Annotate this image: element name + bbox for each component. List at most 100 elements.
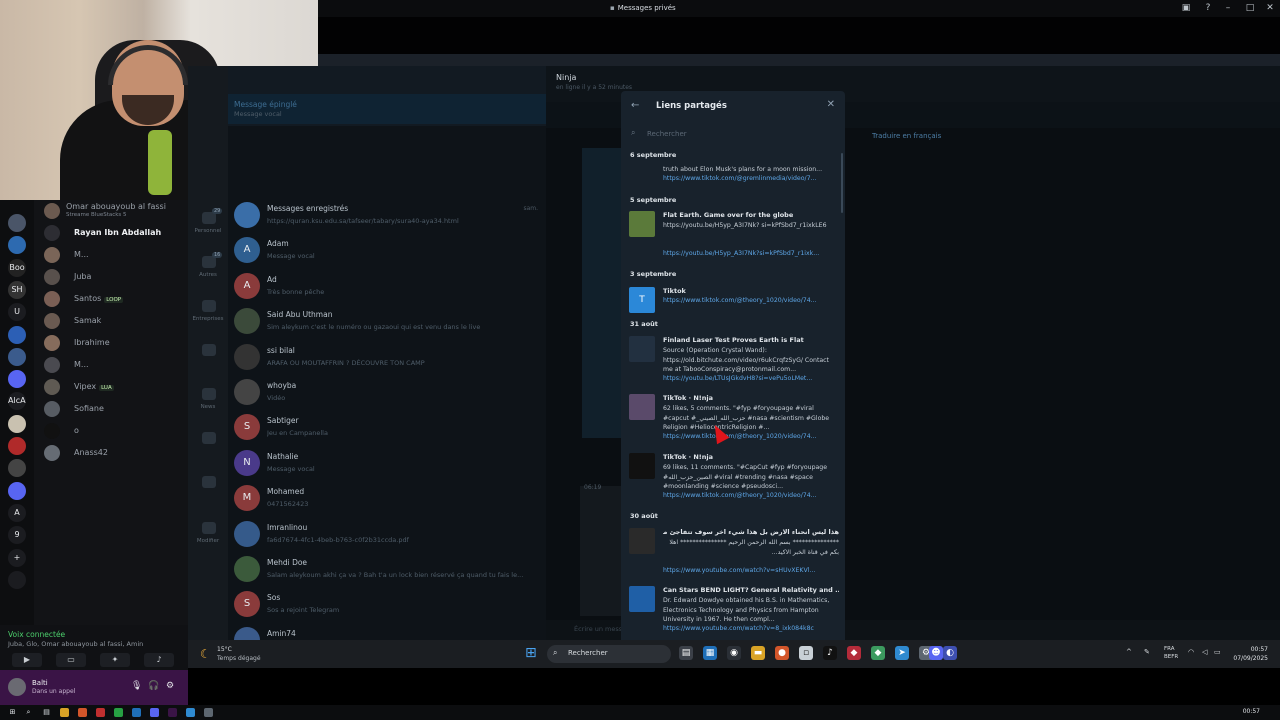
input-language[interactable]: FRA bbox=[1164, 646, 1175, 652]
link-url[interactable]: https://www.tiktok.com/@gremlinmedia/vid… bbox=[663, 175, 839, 182]
tray-chevron-up-icon[interactable]: ^ bbox=[1126, 648, 1132, 656]
gear-icon[interactable]: ⚙ bbox=[166, 681, 174, 691]
server-icon[interactable] bbox=[8, 459, 26, 478]
keyboard-layout[interactable]: BEFR bbox=[1164, 654, 1178, 660]
server-icon[interactable] bbox=[8, 437, 26, 455]
member-item[interactable]: Anass42 bbox=[42, 444, 188, 462]
server-icon[interactable]: A bbox=[8, 503, 26, 522]
copilot-icon[interactable]: ◉ bbox=[727, 646, 741, 660]
telegram-icon[interactable]: ➤ bbox=[895, 646, 909, 660]
chat-item[interactable]: A Adam Message vocal bbox=[228, 233, 546, 268]
help-icon[interactable]: ? bbox=[1202, 2, 1214, 14]
back-arrow-icon[interactable]: ← bbox=[631, 100, 639, 111]
chat-item[interactable]: Mehdi Doe Salam aleykoum akhi ça va ? Bah… bbox=[228, 552, 546, 587]
whatsapp-icon[interactable] bbox=[114, 708, 123, 717]
shared-link-item[interactable]: truth about Elon Musk's plans for a moon… bbox=[629, 165, 839, 199]
taskbar-date[interactable]: 07/09/2025 bbox=[1233, 655, 1268, 662]
translate-button[interactable]: Traduire en français bbox=[872, 132, 941, 140]
chat-item[interactable]: S Sabtiger Jeu en Campanella bbox=[228, 410, 546, 445]
discord-icon[interactable] bbox=[150, 708, 159, 717]
window-icon-button[interactable]: ▣ bbox=[1180, 2, 1192, 14]
search-input[interactable] bbox=[647, 127, 835, 141]
link-url[interactable]: https://www.tiktok.com/@theory_1020/vide… bbox=[663, 492, 839, 499]
microphone-icon[interactable]: 🎙 bbox=[131, 681, 142, 691]
firefox-icon[interactable]: ● bbox=[775, 646, 789, 660]
server-icon[interactable] bbox=[8, 414, 26, 433]
chat-item[interactable]: Imranlinou fa6d7674-4fc1-4beb-b763-c0f2b3… bbox=[228, 517, 546, 552]
server-icon[interactable] bbox=[8, 325, 26, 344]
activity-icon[interactable]: ✦ bbox=[100, 653, 130, 667]
server-icon[interactable]: U bbox=[8, 303, 26, 322]
windows-start-icon[interactable]: ⊞ bbox=[525, 646, 539, 660]
chat-item[interactable]: Messages enregistrés https://quran.ksu.ed… bbox=[228, 198, 546, 233]
chat-item[interactable]: S Sos Sos a rejoint Telegram bbox=[228, 587, 546, 622]
folder-item[interactable] bbox=[188, 470, 228, 510]
member-item[interactable]: Samak bbox=[42, 312, 188, 330]
member-item[interactable]: M... bbox=[42, 356, 188, 374]
server-icon[interactable]: SH bbox=[8, 280, 26, 299]
chat-item[interactable]: N Nathalie Message vocal bbox=[228, 446, 546, 481]
server-icon[interactable]: + bbox=[8, 548, 26, 567]
member-item[interactable]: o bbox=[42, 422, 188, 440]
file-explorer-icon[interactable]: ▬ bbox=[751, 646, 765, 660]
pinned-banner[interactable]: Message épinglé Message vocal bbox=[228, 94, 546, 124]
notepad-icon[interactable]: ▫ bbox=[799, 646, 813, 660]
discord-icon[interactable]: ☻ bbox=[929, 646, 943, 660]
member-item[interactable]: Sofiane bbox=[42, 400, 188, 418]
folder-item[interactable]: Modifier bbox=[188, 516, 228, 556]
app-green-icon[interactable]: ◆ bbox=[871, 646, 885, 660]
widgets-icon[interactable]: ▦ bbox=[703, 646, 717, 660]
volume-icon[interactable]: ◁ bbox=[1202, 648, 1207, 656]
link-url[interactable]: https://www.tiktok.com/@theory_1020/vide… bbox=[663, 433, 839, 440]
app-red-icon[interactable]: ◆ bbox=[847, 646, 861, 660]
settings-gear-icon[interactable] bbox=[204, 708, 213, 717]
shared-link-item[interactable]: Can Stars BEND LIGHT? General Relativity… bbox=[629, 586, 839, 639]
server-icon[interactable]: 9 bbox=[8, 526, 26, 545]
screen-share-icon[interactable]: ▭ bbox=[56, 653, 86, 667]
shared-link-item[interactable]: T Tiktok https://www.tiktok.com/@theory_10… bbox=[629, 287, 839, 313]
taskbar-time[interactable]: 00:57 bbox=[1251, 646, 1268, 653]
link-url[interactable]: https://youtu.be/LTUsJGkdvH8?si=vePu5oLM… bbox=[663, 375, 839, 382]
folder-item[interactable] bbox=[188, 338, 228, 378]
avatar[interactable] bbox=[8, 678, 26, 696]
server-icon[interactable] bbox=[8, 481, 26, 500]
server-icon[interactable]: Boo bbox=[8, 258, 26, 277]
chat-item[interactable]: M Mohamed 0471562423 bbox=[228, 481, 546, 516]
chat-item[interactable]: ssi bilal ARAFA OU MOUTAFFRIN ? DÉCOUVRE … bbox=[228, 340, 546, 375]
chat-item[interactable]: Said Abu Uthman Sim aleykum c'est le numé… bbox=[228, 304, 546, 339]
file-explorer-icon[interactable] bbox=[60, 708, 69, 717]
shared-link-item[interactable]: TikTok · N!nja 62 likes, 5 comments. "#fy… bbox=[629, 394, 839, 447]
close-icon[interactable]: ✕ bbox=[827, 99, 835, 110]
shared-link-item[interactable]: Finland Laser Test Proves Earth is Flat S… bbox=[629, 336, 839, 389]
folder-item[interactable]: Entreprises bbox=[188, 294, 228, 334]
start-icon[interactable]: ⊞ bbox=[8, 708, 17, 717]
host-clock[interactable]: 00:57 bbox=[1243, 708, 1260, 715]
soundboard-icon[interactable]: ♪ bbox=[144, 653, 174, 667]
chat-item[interactable]: A Ad Très bonne pêche bbox=[228, 269, 546, 304]
link-url[interactable]: https://www.youtube.com/watch?v=sHUvXEKV… bbox=[663, 567, 839, 574]
link-url[interactable]: https://www.tiktok.com/@theory_1020/vide… bbox=[663, 297, 839, 304]
wifi-icon[interactable]: ◠ bbox=[1188, 648, 1194, 656]
telegram-icon[interactable] bbox=[186, 708, 195, 717]
obs-icon[interactable] bbox=[168, 708, 177, 717]
shared-link-item[interactable]: هذا ليس انحناء الارض بل هذا شيء اخر سوف … bbox=[629, 528, 839, 581]
app-blue-icon[interactable]: ◐ bbox=[943, 646, 957, 660]
link-url[interactable]: https://youtu.be/H5yp_A3I7Nk?si=kPfSbd7_… bbox=[663, 250, 839, 257]
minimize-button[interactable]: – bbox=[1222, 2, 1234, 14]
member-item[interactable]: M... bbox=[42, 246, 188, 264]
folder-item[interactable]: 16 Autres bbox=[188, 250, 228, 290]
app-icon[interactable] bbox=[96, 708, 105, 717]
shared-link-item[interactable]: Flat Earth. Game over for the globe https… bbox=[629, 211, 839, 264]
member-item[interactable]: Ibrahime bbox=[42, 334, 188, 352]
battery-icon[interactable]: ▭ bbox=[1214, 648, 1221, 656]
member-item[interactable]: Omar abouayoub al fassi Streame BlueStack… bbox=[42, 202, 188, 220]
member-item[interactable]: Juba bbox=[42, 268, 188, 286]
server-icon[interactable] bbox=[8, 214, 26, 232]
conversation-name[interactable]: Ninja bbox=[556, 73, 576, 82]
member-item[interactable]: Santos LOOP bbox=[42, 290, 188, 308]
server-icon[interactable]: AlcAg bbox=[8, 392, 26, 411]
weather-moon-icon[interactable]: ☾ bbox=[200, 647, 211, 661]
headphones-icon[interactable]: 🎧 bbox=[148, 681, 159, 691]
taskbar-search[interactable]: ⌕ Rechercher bbox=[547, 645, 671, 663]
chat-item[interactable]: Amin74 bbox=[228, 623, 546, 640]
